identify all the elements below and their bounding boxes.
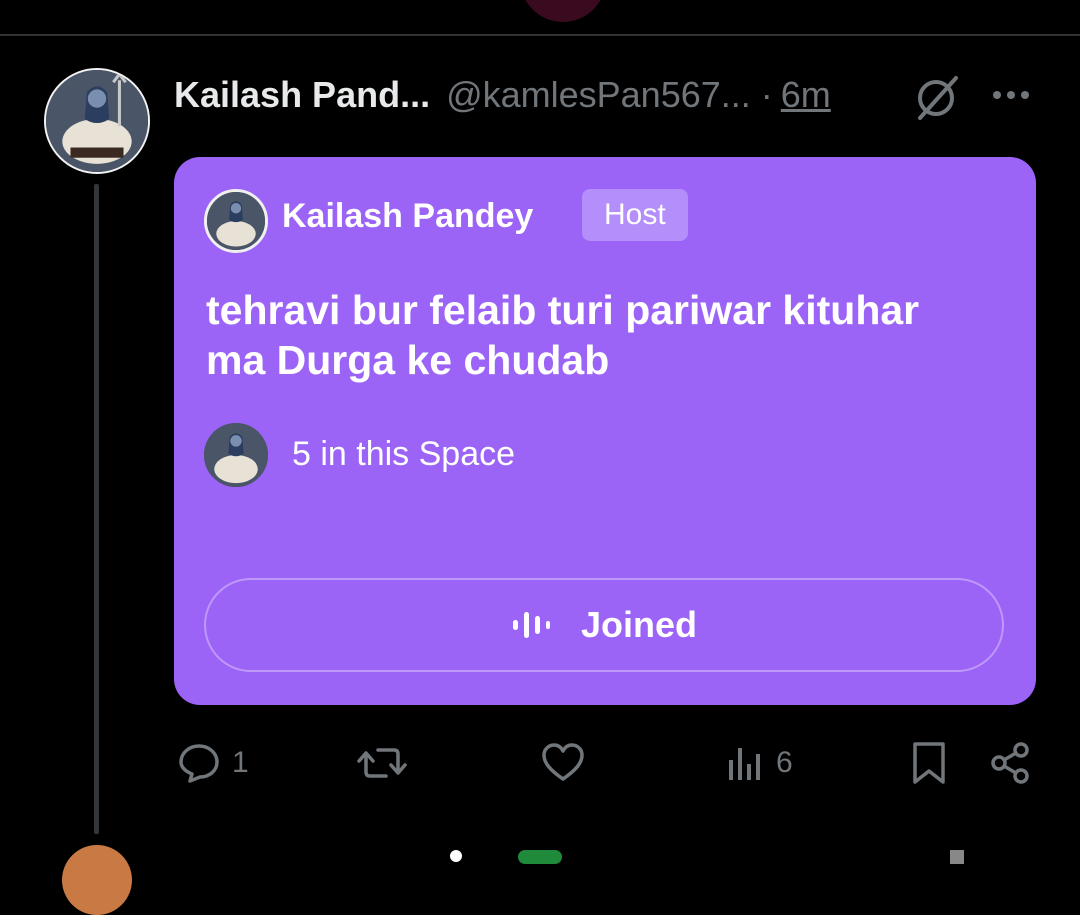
host-avatar[interactable] [204,189,268,253]
more-options-icon[interactable] [990,80,1032,110]
space-card[interactable]: Kailash Pandey Host tehravi bur felaib t… [174,157,1036,705]
reply-count: 1 [232,746,249,779]
retweet-icon [357,748,407,778]
post-divider [0,34,1080,36]
listener-count: 5 in this Space [292,435,516,473]
share-button[interactable] [988,740,1034,786]
author-avatar[interactable] [44,68,150,174]
author-handle[interactable]: @kamlesPan567... [446,74,751,116]
audio-wave-icon [512,612,550,638]
post-actions-bar: 1 6 [0,740,1080,790]
share-icon [991,742,1029,784]
author-name[interactable]: Kailash Pand... [174,74,430,116]
grok-icon[interactable] [912,74,962,120]
next-post-avatar[interactable] [62,845,132,915]
views-count: 6 [776,746,793,779]
host-badge: Host [582,189,688,241]
post-timestamp[interactable]: 6m [781,74,831,116]
thread-connector-line [94,184,99,834]
avatar-image [207,192,265,250]
avatar-image [204,423,268,487]
reply-button[interactable]: 1 [176,740,249,786]
retweet-button[interactable] [356,740,418,786]
next-post-content [518,850,562,864]
listener-avatar [204,423,268,487]
post-header: Kailash Pand... @kamlesPan567... · 6m [174,72,831,118]
bookmark-button[interactable] [908,740,950,786]
joined-button[interactable]: Joined [204,578,1004,672]
reply-icon [179,744,219,783]
host-name: Kailash Pandey [282,197,534,235]
like-button[interactable] [540,740,596,786]
views-button[interactable]: 6 [726,740,793,786]
space-title: tehravi bur felaib turi pariwar kituhar … [206,287,920,383]
bookmark-icon [913,742,945,784]
heart-icon [542,743,584,781]
next-post-content [950,850,964,864]
separator-dot: · [760,74,773,115]
next-post-content [450,850,462,862]
joined-label: Joined [580,604,697,645]
views-icon [729,748,760,780]
avatar-image [46,70,148,172]
previous-post-avatar[interactable] [520,0,606,22]
